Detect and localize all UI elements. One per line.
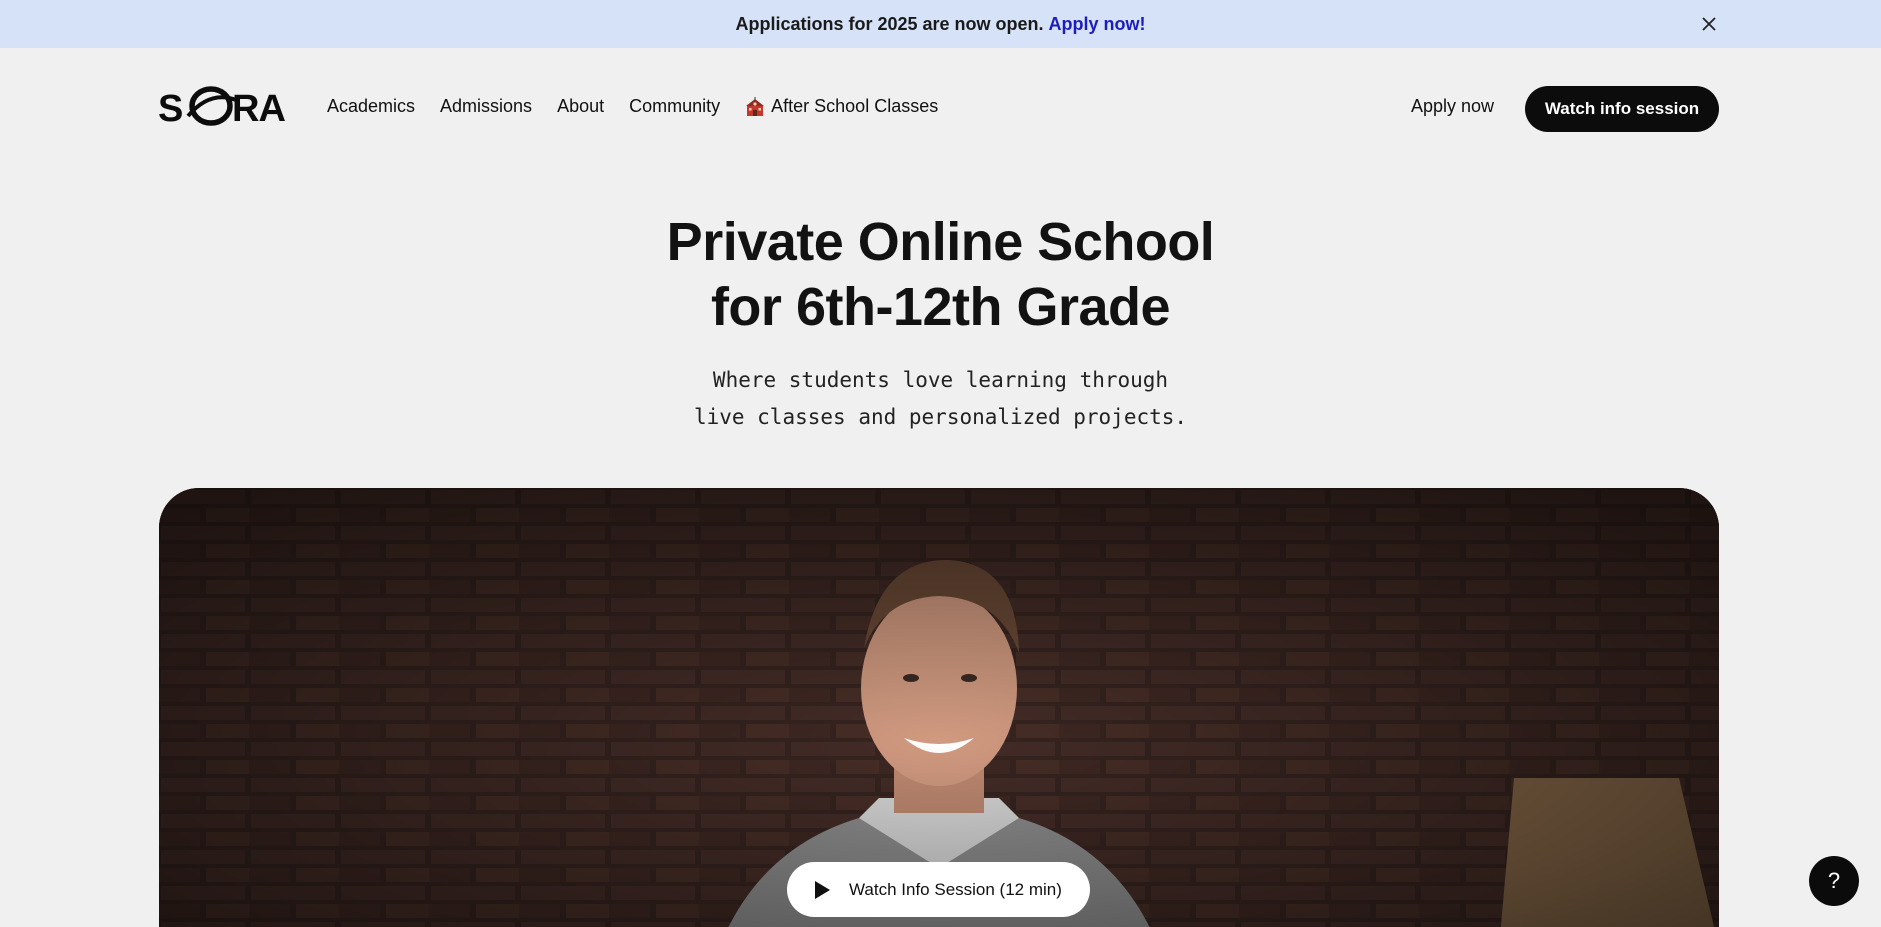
main-nav: Academics Admissions About Community Aft… [327, 96, 938, 117]
hero-subtitle-line2: live classes and personalized projects. [693, 405, 1188, 429]
nav-about-label: About [557, 96, 605, 116]
nav-community-label: Community [629, 96, 721, 116]
announcement-apply-link[interactable]: Apply now! [1049, 14, 1146, 35]
site-header: S RA Academics Admissions About Communit… [0, 48, 1881, 168]
nav-after-school-label: After School Classes [771, 96, 939, 116]
hero-title: Private Online School for 6th-12th Grade [0, 210, 1881, 340]
play-icon [813, 880, 831, 900]
nav-admissions-label: Admissions [440, 96, 533, 116]
school-building-icon [745, 96, 765, 117]
help-button[interactable]: ? [1809, 856, 1859, 906]
announcement-text: Applications for 2025 are now open. [735, 13, 1044, 34]
watch-info-session-video-button[interactable]: Watch Info Session (12 min) [787, 862, 1090, 917]
nav-community[interactable]: Community [629, 96, 720, 117]
svg-text:RA: RA [232, 88, 285, 128]
announcement-bar: Applications for 2025 are now open. Appl… [0, 0, 1881, 48]
apply-now-link[interactable]: Apply now [1411, 96, 1494, 117]
nav-academics-label: Academics [327, 96, 416, 116]
close-icon[interactable] [1699, 14, 1719, 34]
hero-title-line2: for 6th-12th Grade [710, 277, 1171, 337]
hero-title-line1: Private Online School [666, 212, 1215, 272]
nav-about[interactable]: About [557, 96, 604, 117]
svg-text:S: S [158, 88, 182, 128]
sora-logo[interactable]: S RA [158, 86, 296, 128]
hero-subtitle: Where students love learning through liv… [0, 362, 1881, 436]
watch-info-session-button[interactable]: Watch info session [1525, 86, 1719, 132]
nav-admissions[interactable]: Admissions [440, 96, 532, 117]
nav-after-school-classes[interactable]: After School Classes [745, 96, 938, 117]
nav-academics[interactable]: Academics [327, 96, 415, 117]
hero-subtitle-line1: Where students love learning through [712, 368, 1169, 392]
play-button-label: Watch Info Session (12 min) [849, 879, 1062, 899]
